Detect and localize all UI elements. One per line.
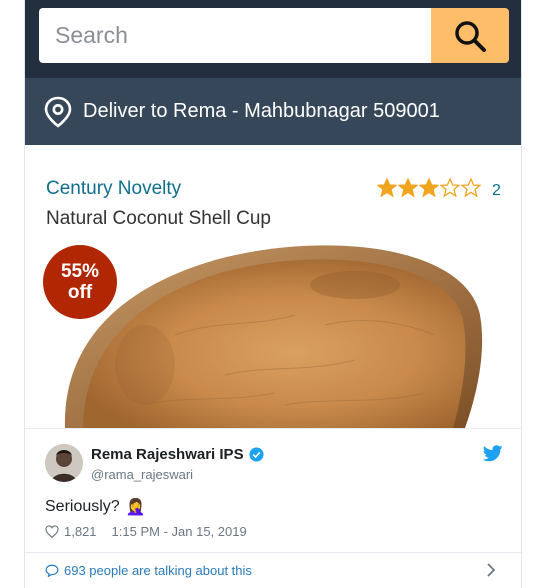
review-count[interactable]: 2 — [492, 182, 501, 200]
star-empty-icon — [461, 178, 481, 197]
avatar-image — [45, 444, 83, 482]
like-count[interactable]: 1,821 — [64, 524, 97, 539]
delivery-location-bar[interactable]: Deliver to Rema - Mahbubnagar 509001 — [25, 78, 521, 145]
tweet: Rema Rajeshwari IPS @rama_rajeswari Seri… — [25, 428, 521, 588]
tweet-card: Search Deliver to Rema - Mahbubnagar 509… — [24, 0, 522, 588]
speech-bubble-icon — [45, 564, 59, 577]
star-rating[interactable] — [377, 178, 481, 197]
search-band: Search — [25, 0, 521, 78]
conversation-link[interactable]: 693 people are talking about this — [25, 552, 521, 588]
search-placeholder: Search — [55, 22, 128, 48]
verified-badge-icon — [249, 447, 264, 462]
tweet-text: Seriously? 🤦‍♀️ — [45, 497, 146, 517]
discount-percent: 55% — [60, 261, 100, 282]
search-icon — [455, 20, 486, 52]
conversation-link-text[interactable]: 693 people are talking about this — [64, 563, 252, 578]
star-filled-icon — [398, 178, 418, 197]
heart-icon[interactable] — [45, 525, 59, 538]
coconut-shell-cup-image — [64, 245, 483, 428]
product-listing[interactable]: Century Novelty Natural Coconut Shell Cu… — [25, 145, 521, 428]
delivery-text: Deliver to Rema - Mahbubnagar 509001 — [83, 100, 440, 122]
search-button[interactable] — [431, 8, 509, 63]
amazon-header: Search Deliver to Rema - Mahbubnagar 509… — [25, 0, 521, 145]
tweet-timestamp[interactable]: 1:15 PM - Jan 15, 2019 — [112, 524, 247, 539]
twitter-bird-icon[interactable] — [483, 445, 503, 462]
avatar[interactable] — [45, 444, 83, 482]
tweet-text-body: Seriously? — [45, 498, 120, 515]
chevron-right-icon[interactable] — [486, 562, 496, 578]
author-name[interactable]: Rema Rajeshwari IPS — [91, 446, 264, 463]
star-empty-icon — [440, 178, 460, 197]
author-name-text[interactable]: Rema Rajeshwari IPS — [91, 446, 244, 463]
discount-suffix: off — [67, 282, 93, 303]
search-input[interactable]: Search — [39, 8, 431, 63]
product-brand[interactable]: Century Novelty — [46, 178, 181, 200]
star-filled-icon — [377, 178, 397, 197]
star-filled-icon — [419, 178, 439, 197]
facepalm-emoji: 🤦‍♀️ — [125, 499, 146, 516]
author-handle[interactable]: @rama_rajeswari — [91, 467, 193, 482]
tweet-meta: 1,821 1:15 PM - Jan 15, 2019 — [45, 524, 247, 539]
location-pin-icon — [44, 96, 72, 128]
conversation-link-content[interactable]: 693 people are talking about this — [45, 563, 252, 578]
discount-badge: 55% off — [43, 245, 117, 319]
